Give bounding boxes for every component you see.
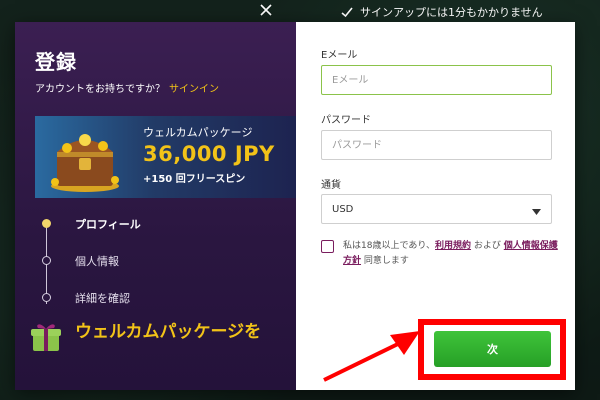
- promo-amount: 36,000 JPY: [143, 142, 275, 166]
- email-field[interactable]: [321, 65, 552, 95]
- chevron-down-icon: [532, 200, 541, 219]
- page-title: 登録: [35, 50, 77, 74]
- signup-hint-text: サインアップには1分もかかりません: [360, 6, 543, 19]
- terms-text: 私は18歳以上であり、利用規約 および 個人情報保護方針 同意します: [343, 239, 558, 269]
- signin-link[interactable]: サインイン: [169, 84, 219, 95]
- step-profile: プロフィール: [75, 218, 141, 231]
- treasure-chest-icon: [51, 134, 119, 192]
- currency-label: 通貨: [321, 180, 341, 191]
- step-confirm-details: 詳細を確認: [75, 292, 130, 305]
- currency-select[interactable]: USD: [321, 194, 552, 224]
- step-dot-confirm-details: [42, 293, 51, 302]
- close-icon: [260, 1, 272, 20]
- registration-steps: プロフィール 個人情報 詳細を確認: [35, 210, 296, 330]
- next-button[interactable]: 次: [434, 331, 551, 367]
- terms-middle: および: [471, 241, 504, 251]
- promo-label: ウェルカムパッケージ: [143, 126, 253, 139]
- gift-icon: [31, 324, 61, 351]
- password-field[interactable]: [321, 130, 552, 160]
- promo-free-spins: +150 回フリースピン: [143, 174, 246, 185]
- terms-suffix: 同意します: [361, 256, 409, 266]
- step-dot-personal-info: [42, 256, 51, 265]
- arrow-icon: [323, 331, 420, 382]
- step-personal-info: 個人情報: [75, 255, 119, 268]
- age-terms-checkbox[interactable]: [321, 240, 334, 253]
- promo-panel: 登録 アカウントをお持ちですか？ サインイン ウェルカムパッケージ 36,000 …: [15, 22, 296, 390]
- terms-prefix: 私は18歳以上であり、: [343, 241, 436, 251]
- welcome-promo-banner: ウェルカムパッケージ 36,000 JPY +150 回フリースピン: [35, 116, 296, 198]
- currency-selected: USD: [332, 203, 354, 215]
- terms-of-use-link[interactable]: 利用規約: [435, 241, 471, 251]
- close-button[interactable]: [256, 0, 276, 20]
- signin-prompt: アカウントをお持ちですか？: [35, 84, 165, 95]
- step-dot-profile: [42, 219, 51, 228]
- signin-row: アカウントをお持ちですか？ サインイン: [35, 80, 219, 95]
- email-label: Eメール: [321, 50, 358, 61]
- password-label: パスワード: [321, 115, 371, 126]
- signup-hint: サインアップには1分もかかりません: [340, 2, 543, 22]
- checkmark-icon: [340, 5, 354, 19]
- welcome-package-heading: ウェルカムパッケージを: [75, 322, 262, 342]
